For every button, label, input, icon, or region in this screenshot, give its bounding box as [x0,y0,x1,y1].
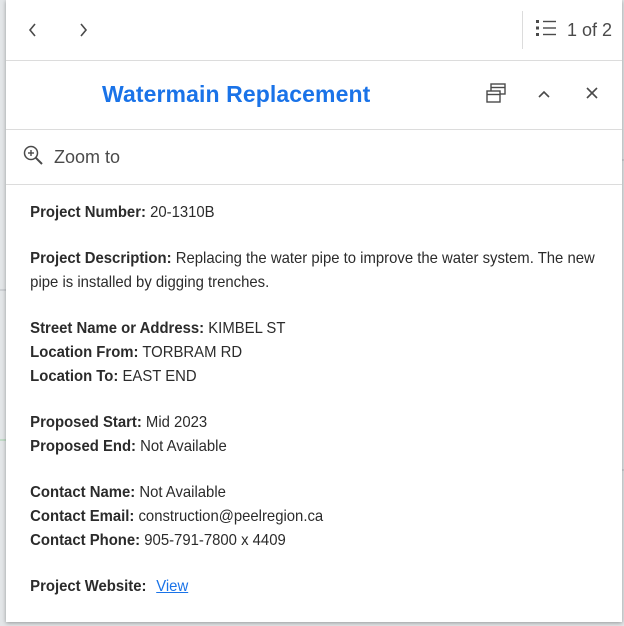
project-number-label: Project Number: [30,204,146,221]
contact-email-label: Contact Email: [30,508,135,525]
project-number-value: 20-1310B [150,204,215,221]
street-label: Street Name or Address: [30,320,205,337]
popup-title-bar: Watermain Replacement [6,61,622,130]
feature-list-button[interactable]: 1 of 2 [523,0,622,60]
contact-email-value: construction@peelregion.ca [138,508,324,525]
popup-content: Project Number: 20-1310B Project Descrip… [6,185,624,599]
close-button[interactable] [568,71,616,119]
project-number-section: Project Number: 20-1310B [30,201,607,225]
zoom-to-button[interactable]: Zoom to [6,130,622,185]
next-feature-button[interactable] [58,0,108,60]
location-from-value: TORBRAM RD [142,344,243,361]
contact-phone-label: Contact Phone: [30,532,141,549]
popup-title: Watermain Replacement [102,81,371,107]
proposed-start-label: Proposed Start: [30,414,142,431]
proposed-end-label: Proposed End: [30,438,136,455]
zoom-to-label: Zoom to [54,146,121,167]
contact-name-label: Contact Name: [30,484,136,501]
popup-title-actions [472,61,616,129]
close-icon [585,86,599,105]
location-to-label: Location To: [30,368,119,385]
location-to-value: EAST END [122,368,197,385]
chevron-up-icon [537,86,551,104]
location-from-label: Location From: [30,344,139,361]
location-section: Street Name or Address: KIMBEL ST Locati… [30,317,607,389]
schedule-section: Proposed Start: Mid 2023 Proposed End: N… [30,411,607,459]
contact-section: Contact Name: Not Available Contact Emai… [30,481,607,553]
project-description-label: Project Description: [30,250,172,267]
proposed-start-value: Mid 2023 [145,414,208,431]
contact-name-value: Not Available [139,484,226,501]
popup-panel: 1 of 2 Watermain Replacement Zoom to Pro… [6,0,622,622]
website-section: Project Website: View [30,575,607,599]
contact-phone-value: 905-791-7800 x 4409 [144,532,286,549]
previous-feature-button[interactable] [8,0,58,60]
street-value: KIMBEL ST [208,320,286,337]
proposed-end-value: Not Available [140,438,227,455]
list-icon [535,18,557,43]
zoom-in-icon [22,144,44,171]
project-website-link[interactable]: View [156,578,188,595]
popup-navigation-bar: 1 of 2 [6,0,622,61]
project-website-label: Project Website: [30,578,147,595]
feature-count: 1 of 2 [566,19,612,40]
chevron-left-icon [27,22,39,38]
dock-button[interactable] [472,71,520,119]
collapse-button[interactable] [520,71,568,119]
dock-icon [485,82,507,109]
project-description-section: Project Description: Replacing the water… [30,247,607,295]
chevron-right-icon [77,22,89,38]
